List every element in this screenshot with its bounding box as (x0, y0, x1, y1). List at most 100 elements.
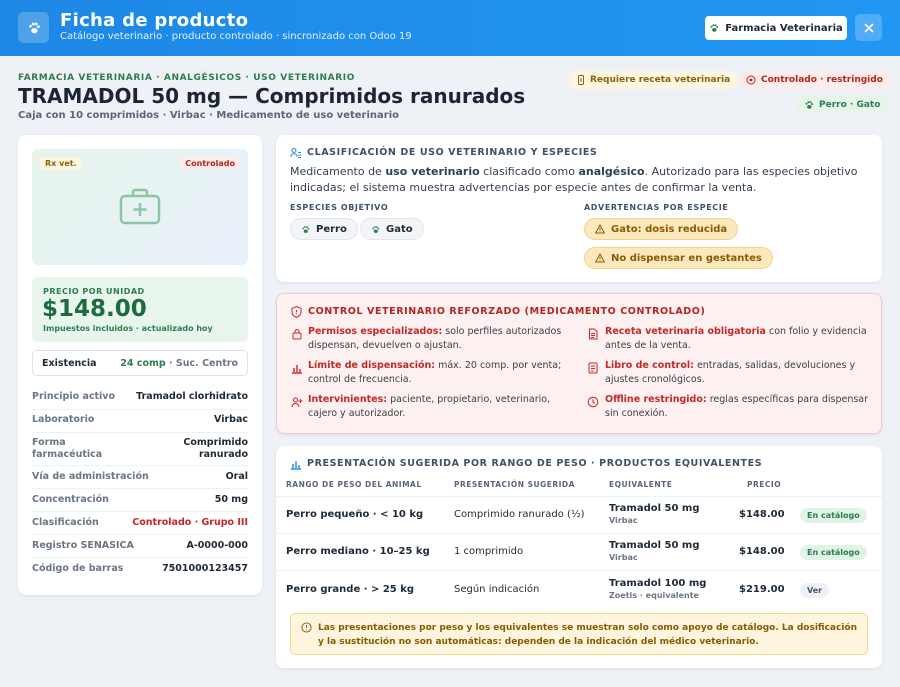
spec-row: Vía de administración Oral (32, 466, 248, 489)
controlled-chip-label: Controlado · restringido (761, 75, 883, 85)
bar-chart-icon (292, 365, 302, 374)
warning-label: No dispensar en gestantes (611, 252, 762, 264)
spec-label: Concentración (32, 494, 109, 505)
spec-label: Principio activo (32, 391, 116, 402)
disclaimer-note: Las presentaciones por peso y los equiva… (290, 613, 868, 655)
column-header: EQUIVALENTE (609, 480, 673, 489)
control-card: CONTROL VETERINARIO REFORZADO (MEDICAMEN… (276, 293, 882, 434)
product-subtitle: Caja con 10 comprimidos · Virbac · Medic… (18, 110, 399, 121)
suggested-presentation: Comprimido ranurado (½) (454, 509, 585, 520)
product-title: TRAMADOL 50 mg — Comprimidos ranurados (18, 84, 526, 108)
species-chip: Perro · Gato (796, 96, 889, 114)
control-item-label: Receta veterinaria obligatoria (605, 326, 766, 337)
warning-icon (595, 224, 605, 234)
pharmacy-button[interactable]: Farmacia Veterinaria (705, 16, 847, 40)
controlled-tag: Controlado (180, 157, 240, 170)
column-header: RANGO DE PESO DEL ANIMAL (286, 480, 422, 489)
weight-range: Perro mediano · 10–25 kg (286, 546, 430, 557)
species-warning: No dispensar en gestantes (584, 247, 773, 269)
paw-icon (710, 24, 719, 32)
warning-label: Gato: dosis reducida (611, 223, 728, 235)
equivalent-brand: Virbac (609, 553, 638, 562)
spec-value: 50 mg (214, 494, 248, 505)
equivalent-brand: Zoetis · equivalente (609, 591, 699, 600)
presentation-title: PRESENTACIÓN SUGERIDA POR RANGO DE PESO … (307, 458, 763, 469)
table-row[interactable]: Perro pequeño · < 10 kg Comprimido ranur… (276, 496, 882, 533)
weight-range: Perro grande · > 25 kg (286, 584, 415, 595)
spec-label: Código de barras (32, 563, 124, 574)
suggested-presentation: 1 comprimido (454, 546, 524, 557)
species-warning: Gato: dosis reducida (584, 218, 739, 240)
spec-label: Forma farmacéutica (32, 437, 103, 460)
suggested-presentation: Según indicación (454, 584, 540, 595)
control-item: Permisos especializados: solo perfiles a… (308, 325, 576, 353)
view-badge[interactable]: Ver (800, 583, 830, 598)
row-price: $148.00 (739, 509, 785, 520)
row-price: $148.00 (739, 546, 785, 557)
spec-value: Virbac (214, 414, 248, 425)
classification-title: CLASIFICACIÓN DE USO VETERINARIO Y ESPEC… (307, 147, 598, 158)
species-pill-perro: Perro (290, 218, 358, 240)
equivalent-name: Tramadol 50 mg (609, 540, 700, 551)
user-plus-icon (291, 397, 303, 408)
spec-value: Controlado · Grupo III (132, 517, 248, 528)
prescription-icon (578, 75, 584, 85)
bar-chart-icon (291, 461, 301, 470)
paw-icon (302, 225, 310, 233)
lock-icon (292, 329, 302, 340)
classification-card: CLASIFICACIÓN DE USO VETERINARIO Y ESPEC… (276, 135, 882, 282)
paw-icon (18, 12, 49, 43)
stock-label: Existencia (42, 358, 97, 369)
equivalent-name: Tramadol 50 mg (609, 503, 700, 514)
app-header: Ficha de producto Catálogo veterinario ·… (0, 0, 900, 56)
spec-row: Laboratorio Virbac (32, 410, 248, 433)
medical-kit-icon (119, 188, 161, 225)
spec-row: Concentración 50 mg (32, 489, 248, 512)
close-icon (863, 22, 874, 33)
spec-label: Clasificación (32, 517, 99, 528)
warning-icon (595, 253, 605, 263)
text-strong: uso veterinario (385, 165, 480, 178)
restricted-icon (746, 75, 756, 85)
control-item-label: Intervinientes: (308, 394, 388, 405)
document-icon (589, 328, 598, 340)
spec-value: Comprimido ranurado (183, 437, 248, 460)
spec-row: Forma farmacéutica Comprimido ranurado (32, 433, 248, 466)
users-icon (290, 148, 301, 158)
price-panel: PRECIO POR UNIDAD $148.00 Impuestos incl… (32, 277, 248, 342)
text-part: Medicamento de (290, 165, 386, 178)
stock-box: Existencia 24 comp · Suc. Centro (32, 350, 248, 376)
spec-label: Vía de administración (32, 471, 149, 482)
table-row[interactable]: Perro grande · > 25 kg Según indicación … (276, 570, 882, 607)
breadcrumb: FARMACIA VETERINARIA · ANALGÉSICOS · USO… (18, 73, 355, 83)
rx-tag: Rx vet. (40, 157, 82, 170)
shield-icon (291, 306, 302, 318)
close-button[interactable] (855, 14, 882, 41)
equivalent-name: Tramadol 100 mg (609, 578, 707, 589)
status-badge: En catálogo (800, 508, 867, 523)
control-item: Intervinientes: paciente, propietario, v… (308, 393, 576, 421)
spec-row: Clasificación Controlado · Grupo III (32, 512, 248, 535)
species-label: Perro (316, 223, 347, 235)
warnings-heading: ADVERTENCIAS POR ESPECIE (584, 203, 729, 212)
text-strong: analgésico (578, 165, 645, 178)
row-price: $219.00 (739, 584, 785, 595)
pharmacy-button-label: Farmacia Veterinaria (725, 22, 843, 34)
controlled-chip: Controlado · restringido (738, 71, 891, 89)
price-label: PRECIO POR UNIDAD (43, 287, 145, 296)
disclaimer-text: Las presentaciones por peso y los equiva… (318, 623, 858, 647)
control-item-label: Offline restringido: (605, 394, 707, 405)
species-label: Gato (386, 223, 413, 235)
clock-icon (587, 396, 599, 408)
spec-value: A-0000-000 (186, 540, 248, 551)
weight-range: Perro pequeño · < 10 kg (286, 509, 424, 520)
column-header: PRESENTACIÓN SUGERIDA (454, 480, 575, 489)
spec-label: Registro SENASICA (32, 540, 134, 551)
table-row[interactable]: Perro mediano · 10–25 kg 1 comprimido Tr… (276, 533, 882, 570)
text-part: clasificado como (479, 165, 579, 178)
info-icon (301, 622, 312, 633)
stock-value: 24 comp · Suc. Centro (120, 358, 238, 369)
control-item: Límite de dispensación: máx. 20 comp. po… (308, 359, 576, 387)
stock-qty: 24 comp (120, 358, 166, 369)
control-title: CONTROL VETERINARIO REFORZADO (MEDICAMEN… (308, 306, 706, 317)
